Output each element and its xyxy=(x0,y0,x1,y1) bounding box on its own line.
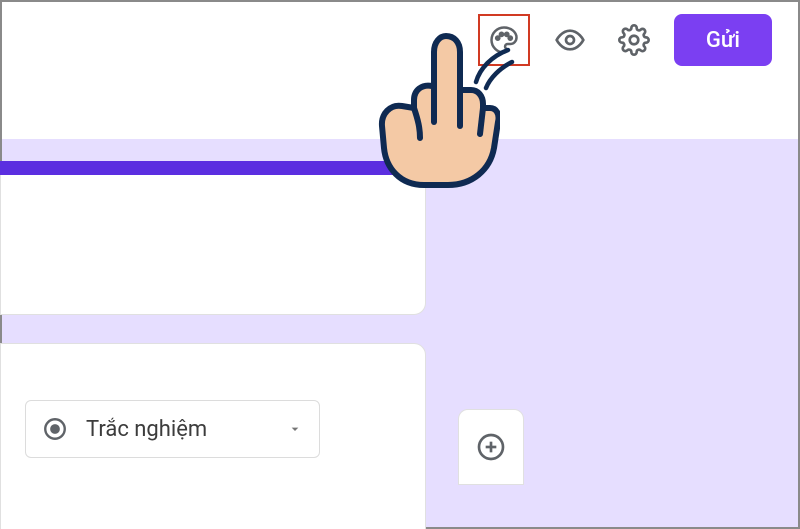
side-toolbar xyxy=(458,409,524,485)
caret-down-icon xyxy=(287,421,303,437)
title-card-accent xyxy=(0,161,426,175)
palette-icon xyxy=(489,25,519,55)
preview-button[interactable] xyxy=(546,16,594,64)
topbar-actions: Gửi xyxy=(478,14,772,66)
gear-icon xyxy=(618,24,650,56)
customize-theme-button[interactable] xyxy=(482,18,526,62)
radio-icon xyxy=(42,416,68,442)
workspace: Trắc nghiệm xyxy=(2,139,798,527)
plus-circle-icon xyxy=(475,431,507,463)
question-type-dropdown[interactable]: Trắc nghiệm xyxy=(25,400,320,458)
settings-button[interactable] xyxy=(610,16,658,64)
app-frame: Gửi Trắc nghiệm xyxy=(0,0,800,529)
question-card[interactable]: Trắc nghiệm xyxy=(0,343,426,529)
question-type-label: Trắc nghiệm xyxy=(86,417,269,442)
topbar: Gửi xyxy=(2,2,798,139)
send-button[interactable]: Gửi xyxy=(674,14,772,66)
add-question-button[interactable] xyxy=(470,426,512,468)
form-title-card[interactable] xyxy=(0,161,426,315)
customize-theme-highlight xyxy=(478,14,530,66)
eye-icon xyxy=(554,24,586,56)
